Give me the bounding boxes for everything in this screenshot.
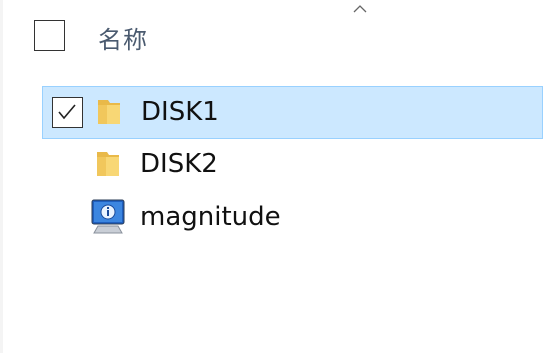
select-all-checkbox[interactable] [34, 20, 65, 51]
file-row-disk1[interactable]: DISK1 [42, 86, 543, 139]
column-header-name[interactable]: 名称 [98, 20, 148, 55]
folder-icon [98, 100, 120, 124]
info-monitor-icon [91, 199, 125, 234]
file-name[interactable]: DISK2 [140, 149, 218, 179]
file-row-magnitude[interactable]: magnitude [42, 192, 543, 245]
file-row-disk2[interactable]: DISK2 [42, 139, 543, 192]
column-header: 名称 [0, 0, 543, 72]
file-name[interactable]: DISK1 [141, 97, 219, 127]
folder-icon [97, 152, 119, 176]
checkmark-icon [58, 104, 76, 120]
file-name[interactable]: magnitude [140, 202, 281, 232]
row-checkbox[interactable] [52, 97, 83, 128]
sort-ascending-icon[interactable] [352, 4, 368, 14]
